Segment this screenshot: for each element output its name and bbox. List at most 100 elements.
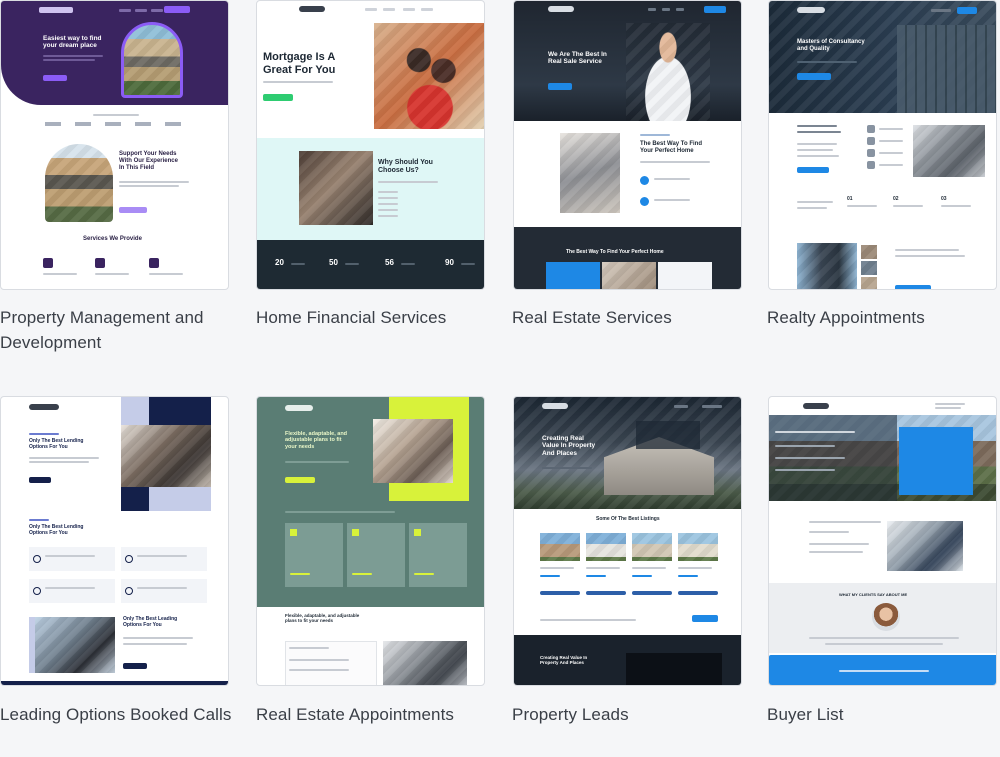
contact-button[interactable] (692, 615, 718, 622)
learn-more-button[interactable] (119, 207, 147, 213)
agent-photo (626, 23, 710, 121)
accent-block (121, 397, 149, 425)
section-heading: Flexible, adaptable, and adjustable plan… (285, 613, 360, 624)
book-button[interactable] (285, 477, 315, 483)
header-cta-button[interactable] (704, 6, 726, 13)
template-title[interactable]: Buyer List (767, 702, 1000, 727)
agents-photo (887, 521, 963, 571)
section-heading: The Best Way To Find Your Perfect Home (640, 141, 703, 154)
template-card[interactable]: Mortgage Is A Great For You Why Should Y… (256, 0, 485, 290)
hero-button[interactable] (548, 83, 572, 90)
thumb-image (861, 261, 877, 275)
section-heading: Only The Best Lending Options For You (29, 524, 84, 536)
services-heading: Services We Provide (83, 236, 142, 242)
template-card[interactable]: WHAT MY CLIENTS SAY ABOUT ME (768, 396, 997, 686)
signup-form[interactable] (899, 427, 973, 495)
feature-icon (33, 555, 41, 563)
logo (285, 405, 313, 411)
learn-more-button[interactable] (797, 167, 829, 173)
hero-button[interactable] (797, 73, 831, 80)
header-cta-button[interactable] (957, 7, 977, 14)
why-heading: Why Should You Choose Us? (378, 159, 433, 175)
meeting-photo (121, 425, 211, 487)
listing-image[interactable] (678, 533, 718, 561)
hero-building-image (121, 22, 183, 98)
service-icon (43, 258, 53, 268)
building-photo (797, 243, 857, 289)
template-title[interactable]: Property Leads (512, 702, 752, 727)
family-photo (374, 23, 484, 129)
hero-heading: Mortgage Is A Great For You (263, 51, 336, 76)
testimonial-heading: WHAT MY CLIENTS SAY ABOUT ME (839, 592, 908, 597)
listing-image[interactable] (586, 533, 626, 561)
accent-block (149, 487, 211, 511)
client-avatar (872, 603, 900, 631)
section-heading: Only The Best Leading Options For You (123, 616, 178, 628)
hero-button[interactable] (263, 94, 293, 101)
couple-photo (373, 419, 453, 483)
feature-card (121, 547, 207, 571)
building-image (45, 144, 113, 222)
template-title[interactable]: Home Financial Services (256, 305, 496, 330)
header-cta-button[interactable] (164, 6, 190, 13)
hero-heading: We Are The Best In Real Sale Service (548, 51, 607, 66)
service-icon (95, 258, 105, 268)
logo (548, 6, 574, 12)
template-title[interactable]: Realty Appointments (767, 305, 1000, 330)
logo (797, 7, 825, 13)
listing-tile[interactable] (602, 262, 656, 289)
template-title[interactable]: Property Management and Development (0, 305, 235, 355)
template-card[interactable]: Flexible, adaptable, and adjustable plan… (256, 396, 485, 686)
section-heading: Support Your Needs With Our Experience I… (119, 151, 178, 171)
service-icon (414, 529, 421, 536)
feature-icon (33, 587, 41, 595)
stat-value: 20 (275, 258, 284, 267)
logo (29, 404, 59, 410)
template-card[interactable]: Only The Best Lending Options For You On… (0, 396, 229, 686)
hero-button[interactable] (43, 75, 67, 81)
book-call-button[interactable] (123, 663, 147, 669)
hero-heading: Only The Best Lending Options For You (29, 438, 84, 450)
view-listing-button[interactable] (678, 591, 718, 595)
feature-icon (640, 197, 649, 206)
advisor-photo (35, 617, 115, 673)
template-card[interactable]: Easiest way to find your dream place Sup… (0, 0, 229, 290)
building-graphic (897, 25, 996, 113)
feature-icon (125, 555, 133, 563)
family-photo (560, 133, 620, 213)
lead-form[interactable] (636, 421, 700, 449)
keys-photo (383, 641, 467, 685)
template-title[interactable]: Real Estate Services (512, 305, 752, 330)
accent-block (149, 397, 211, 425)
template-title[interactable]: Real Estate Appointments (256, 702, 496, 727)
template-card[interactable]: Creating Real Value In Property And Plac… (513, 396, 742, 686)
view-listing-button[interactable] (540, 591, 580, 595)
service-icon (352, 529, 359, 536)
service-icon (149, 258, 159, 268)
stat-value: 56 (385, 258, 394, 267)
book-call-button[interactable] (29, 477, 51, 483)
video-embed[interactable] (626, 653, 722, 685)
view-listing-button[interactable] (586, 591, 626, 595)
feature-icon (125, 587, 133, 595)
partner-logos (45, 122, 195, 126)
hero-heading: Easiest way to find your dream place (43, 35, 102, 50)
hero-section (1, 1, 228, 105)
template-card[interactable]: We Are The Best In Real Sale Service The… (513, 0, 742, 290)
stat-value: 50 (329, 258, 338, 267)
listing-image[interactable] (632, 533, 672, 561)
footer-bar (1, 681, 228, 685)
feature-card (29, 579, 115, 603)
listing-image[interactable] (540, 533, 580, 561)
view-listing-button[interactable] (632, 591, 672, 595)
template-title[interactable]: Leading Options Booked Calls (0, 702, 240, 727)
template-card[interactable]: Masters of Consultancy and Quality 01 02… (768, 0, 997, 290)
feature-card (29, 547, 115, 571)
listing-tile[interactable] (546, 262, 600, 289)
cta-button[interactable] (895, 285, 931, 289)
hero-heading: Masters of Consultancy and Quality (797, 39, 865, 52)
listings-heading: Some Of The Best Listings (596, 516, 660, 522)
listing-tile[interactable] (658, 262, 712, 289)
gallery-image (913, 125, 985, 177)
accent-block (121, 487, 149, 511)
